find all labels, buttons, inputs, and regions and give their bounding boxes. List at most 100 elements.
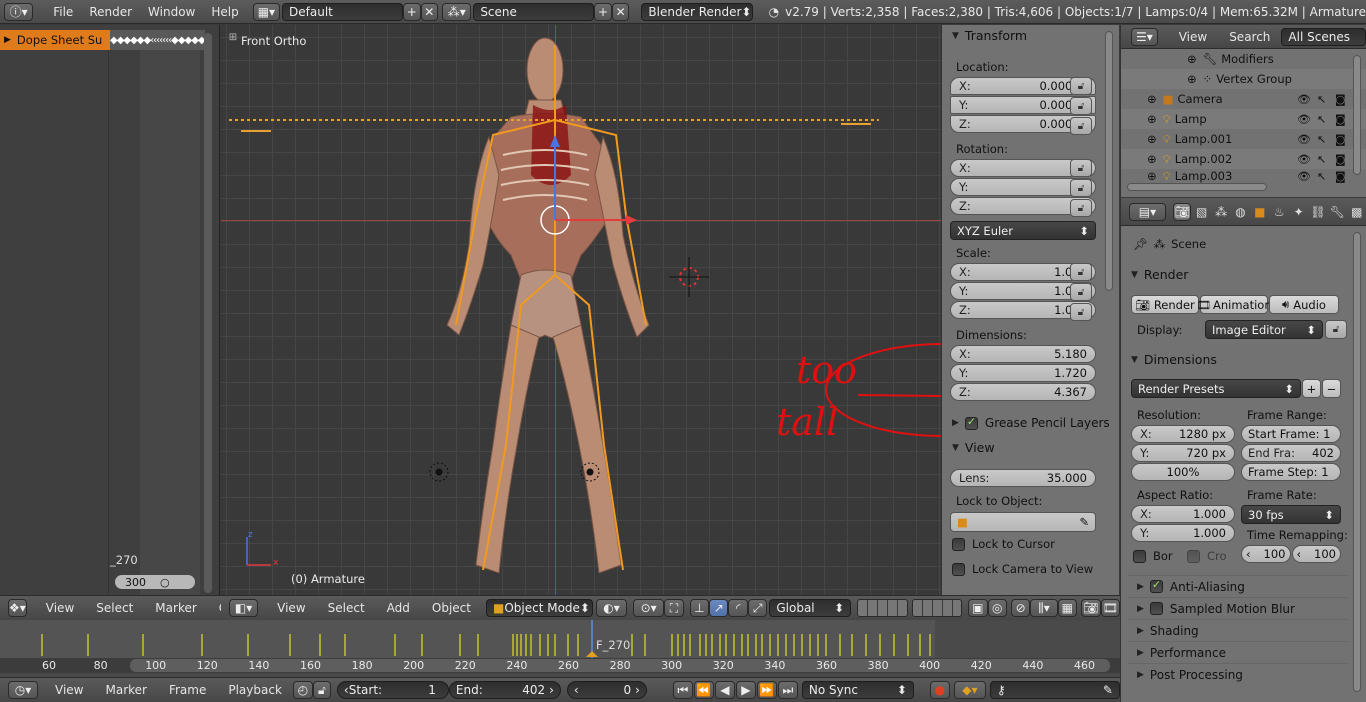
cursor-icon[interactable]: ↖ (1317, 93, 1326, 106)
tab-object-data[interactable]: ♨ (1270, 203, 1288, 221)
start-frame-field[interactable]: Start Frame: 1 (1241, 425, 1341, 443)
end-frame-input[interactable]: End: 402 › (448, 681, 561, 699)
cursor-icon[interactable]: ↖ (1317, 113, 1326, 126)
timeline-area[interactable]: F_270 60 80 100 120 140 160 180 200 220 240 260 280… (0, 620, 1120, 677)
outliner-row-lamp-003[interactable]: ⊕ 💡︎ Lamp.003 👁︎ ↖ ◙ (1121, 169, 1366, 183)
grease-pencil-checkbox[interactable] (964, 415, 978, 430)
render-panel-header[interactable]: ▼ Render (1131, 267, 1188, 282)
manipulator-toggle[interactable]: ⊥ (689, 599, 710, 617)
properties-scrollbar[interactable] (1353, 232, 1361, 692)
jump-start-button[interactable]: ⏮ (672, 681, 693, 699)
motion-blur-header[interactable]: ▶ Sampled Motion Blur (1127, 597, 1347, 619)
outliner-row-lamp-001[interactable]: ⊕ 💡︎ Lamp.001 👁︎ ↖ ◙ (1121, 129, 1366, 149)
eye-icon[interactable]: 👁︎ (1297, 113, 1311, 126)
transform-panel-header[interactable]: ▼ Transform (952, 28, 1027, 43)
editor-type-info-button[interactable]: ⓘ▾ (4, 2, 34, 21)
timeline-menu-marker[interactable]: Marker (94, 683, 157, 697)
opengl-animation-button[interactable]: 🎞︎ (1100, 599, 1120, 617)
aspect-x-field[interactable]: X: 1.000 (1131, 505, 1235, 523)
lock-location-y[interactable]: 🔓︎ (1070, 97, 1092, 115)
view3d-menu-view[interactable]: View (266, 601, 316, 615)
lock-rotation-y[interactable]: 🔓︎ (1070, 179, 1092, 197)
lock-object-field[interactable]: ■ ✎ (950, 512, 1096, 532)
frame-step-field[interactable]: Frame Step: 1 (1241, 463, 1341, 481)
tab-world[interactable]: ◍ (1231, 203, 1249, 221)
eye-icon[interactable]: 👁︎ (1297, 133, 1311, 146)
anti-aliasing-checkbox[interactable] (1149, 578, 1163, 593)
play-reverse-button[interactable]: ◀ (714, 681, 735, 699)
eye-icon[interactable]: 👁︎ (1297, 93, 1311, 106)
render-camera-icon[interactable]: ◙ (1335, 93, 1346, 106)
jump-end-button[interactable]: ⏭ (777, 681, 798, 699)
display-select[interactable]: Image Editor ⬍ (1205, 320, 1323, 339)
resolution-percentage-field[interactable]: 100% (1131, 463, 1235, 481)
view-panel-header[interactable]: ▼ View (952, 440, 995, 455)
pin-icon[interactable]: 📌︎ (1133, 237, 1148, 251)
rotation-mode-select[interactable]: XYZ Euler ⬍ (950, 221, 1096, 240)
eye-icon[interactable]: 👁︎ (1297, 153, 1311, 166)
tab-constraints[interactable]: ⛓ (1309, 203, 1327, 221)
resolution-x-field[interactable]: X: 1280 px (1131, 425, 1235, 443)
outliner-row-modifiers[interactable]: ⊕ 🔧︎ Modifiers (1121, 49, 1366, 69)
timeline-editor-type-button[interactable]: ◷▾ (8, 681, 38, 699)
dope-menu-marker[interactable]: Marker (144, 601, 207, 615)
post-processing-header[interactable]: ▶ Post Processing (1127, 663, 1347, 685)
menu-render[interactable]: Render (81, 5, 140, 19)
tab-physics[interactable]: ▩ (1348, 203, 1366, 221)
view3d-menu-object[interactable]: Object (421, 601, 482, 615)
timeline-menu-frame[interactable]: Frame (158, 683, 217, 697)
lock-cursor-option[interactable]: Lock to Cursor (952, 537, 1055, 551)
scene-name-field[interactable]: Scene (473, 2, 595, 21)
layer-buttons-1[interactable] (857, 599, 908, 617)
motion-blur-checkbox[interactable] (1149, 602, 1163, 615)
animation-button[interactable]: 🎞︎ Animation (1196, 295, 1272, 314)
render-camera-icon[interactable]: ◙ (1335, 153, 1346, 166)
shading-header[interactable]: ▶ Shading (1127, 619, 1347, 641)
tab-render[interactable]: 📷︎ (1172, 202, 1192, 221)
dope-menu-view[interactable]: View (35, 601, 85, 615)
lock-scale-z[interactable]: 🔓︎ (1070, 303, 1092, 321)
lock-cursor-checkbox[interactable] (952, 537, 965, 551)
transform-orientation-select[interactable]: Global ⬍ (769, 599, 852, 617)
manipulate-center-button[interactable]: ⛶ (664, 599, 684, 617)
render-camera-icon[interactable]: ◙ (1335, 133, 1346, 146)
lock-rotation-z[interactable]: 🔓︎ (1070, 199, 1092, 217)
crop-option[interactable]: Cro (1187, 549, 1227, 563)
scene-add-button[interactable]: + (594, 2, 612, 21)
lock-time-button[interactable]: 🔓︎ (312, 681, 331, 699)
vertical-scrollbar[interactable] (204, 33, 212, 593)
dope-sheet-editor-type-button[interactable]: ❖▾ (8, 599, 27, 617)
cursor-icon[interactable]: ↖ (1317, 133, 1326, 146)
properties-editor-type-button[interactable]: ▤▾ (1129, 202, 1166, 221)
outliner-menu-search[interactable]: Search (1218, 30, 1281, 44)
tab-scene[interactable]: ⁂ (1212, 203, 1230, 221)
scene-browse-button[interactable]: ⁂▾ (442, 2, 472, 21)
outliner-menu-view[interactable]: View (1168, 30, 1218, 44)
shelf-scrollbar[interactable] (1105, 31, 1113, 291)
menu-file[interactable]: File (45, 5, 81, 19)
start-frame-input[interactable]: ‹ Start: 1 (336, 681, 449, 699)
auto-keying-button[interactable]: ● (929, 681, 950, 699)
render-engine-select[interactable]: Blender Render ⬍ (641, 2, 753, 21)
preview-range-button[interactable]: ◴ (292, 681, 313, 699)
interaction-mode-select[interactable]: ■ Object Mode ⬍ (485, 599, 594, 617)
scene-delete-button[interactable]: ✕ (611, 2, 630, 21)
view3d-menu-select[interactable]: Select (317, 601, 376, 615)
dimensions-z-field[interactable]: Z: 4.367 (950, 383, 1096, 401)
dimensions-panel-header[interactable]: ▼ Dimensions (1131, 352, 1217, 367)
outliner-row-camera[interactable]: ⊕ ■ Camera 👁︎ ↖ ◙ (1121, 89, 1366, 109)
menu-help[interactable]: Help (203, 5, 246, 19)
dope-sheet-summary-row[interactable]: ▶ Dope Sheet Su (0, 30, 110, 50)
prev-keyframe-button[interactable]: ⏪ (693, 681, 714, 699)
layout-delete-button[interactable]: ✕ (420, 2, 439, 21)
pivot-point-button[interactable]: ⊙▾ (633, 599, 665, 617)
3d-viewport[interactable]: Front Ortho ⊞ too tall z x (0) Armature (221, 25, 941, 595)
render-presets-select[interactable]: Render Presets ⬍ (1131, 379, 1301, 398)
active-keying-set-field[interactable]: ⚷ ✎ (989, 681, 1120, 699)
dope-menu-channel[interactable]: Cha (208, 601, 221, 615)
current-frame-input[interactable]: ‹ 0 › (566, 681, 647, 699)
layout-name-field[interactable]: Default (282, 2, 403, 21)
lock-rotation-x[interactable]: 🔓︎ (1070, 159, 1092, 177)
grease-pencil-header[interactable]: ▶ Grease Pencil Layers (952, 415, 1119, 431)
snap-toggle[interactable]: ⊘ (1010, 599, 1031, 617)
